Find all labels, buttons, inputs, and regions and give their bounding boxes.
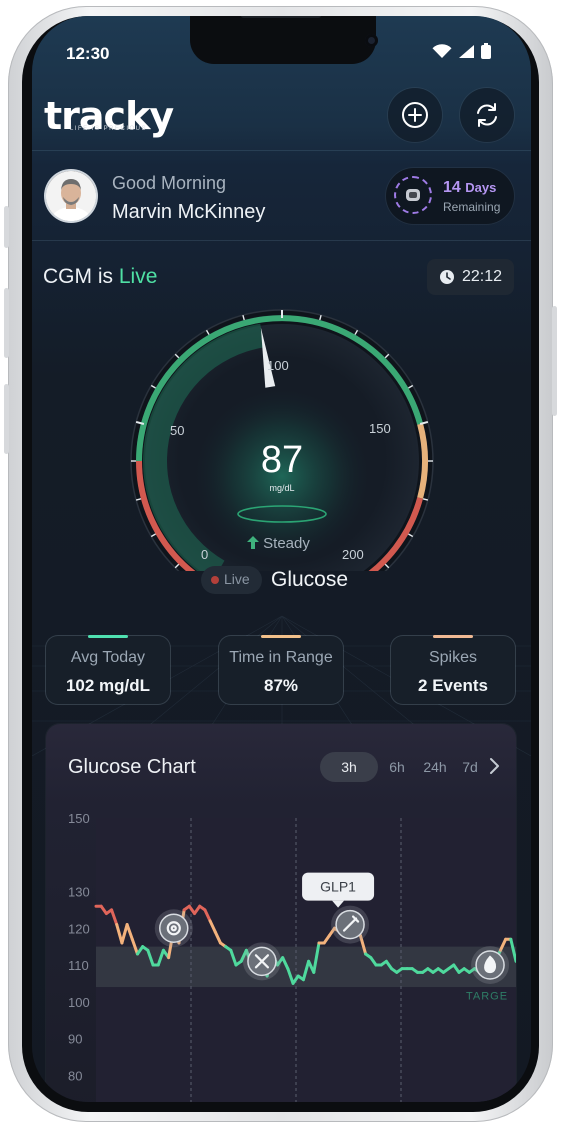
y-tick-label: 130 [68, 885, 90, 900]
sensor-days-pill[interactable]: 14 Days Remaining [386, 168, 514, 224]
cgm-title-prefix: CGM is [43, 265, 113, 288]
event-marker [159, 913, 189, 943]
front-camera [365, 34, 378, 47]
avatar-portrait [46, 171, 96, 221]
gauge-tick-150: 150 [369, 421, 391, 436]
stat-label: Spikes [428, 649, 478, 666]
speaker-grille [241, 16, 321, 18]
y-tick-label: 90 [68, 1032, 82, 1047]
wifi-icon [432, 43, 452, 58]
mute-switch [4, 206, 9, 248]
volume-up-button [4, 288, 9, 358]
y-tick-label: 100 [68, 995, 90, 1010]
stat-accent-bar [261, 635, 301, 638]
cgm-status-title: CGM is Live [43, 265, 157, 289]
stat-accent-bar [88, 635, 128, 638]
clock-icon [440, 270, 454, 284]
greeting-text: Good Morning [112, 173, 227, 193]
gauge-tick-50: 50 [170, 423, 185, 438]
days-value: 14 [443, 179, 461, 196]
status-icons [432, 43, 491, 59]
glucose-chart-card: Glucose Chart 3h 6h 24h 7d 150 130 120 110 1… [46, 724, 516, 1102]
cgm-live-status: Live [118, 265, 158, 288]
live-badge: Live [201, 566, 262, 594]
refresh-icon [477, 103, 497, 127]
clock-pill[interactable]: 22:12 [427, 259, 514, 295]
stat-accent-bar [433, 635, 473, 638]
trend-label: Steady [263, 535, 310, 552]
y-tick-label: 110 [68, 958, 89, 973]
header-divider [32, 150, 531, 151]
signal-icon [459, 44, 474, 58]
days-remaining-label: Remaining [443, 200, 501, 214]
arrow-up-icon [247, 536, 259, 549]
volume-down-button [4, 384, 9, 454]
add-button[interactable] [388, 88, 442, 142]
refresh-button[interactable] [460, 88, 514, 142]
stat-value: 87% [263, 676, 299, 695]
gauge-value: 87 [260, 439, 304, 481]
y-tick-label: 120 [68, 921, 90, 936]
y-tick-label: 80 [68, 1068, 82, 1083]
sensor-icon [406, 189, 420, 201]
trend-indicator: Steady [247, 535, 310, 552]
profile-divider [32, 240, 531, 241]
battery-icon [481, 43, 491, 59]
stat-value: 2 Events [418, 676, 488, 695]
stat-label: Time in Range [229, 649, 333, 666]
gauge-tick-0: 0 [201, 547, 209, 562]
live-badge-label: Live [224, 571, 250, 587]
gauge-tick-100: 100 [267, 358, 289, 373]
gauge-unit: mg/dL [269, 483, 295, 493]
stat-value: 102 mg/dL [65, 676, 151, 695]
power-button [552, 306, 557, 416]
status-time: 12:30 [66, 44, 110, 63]
stat-label: Avg Today [70, 649, 146, 666]
user-name: Marvin McKinney [112, 201, 266, 223]
glucose-label: Glucose [271, 568, 349, 591]
app-screen: 12:30 tracky LIFE IS PRECIOUS Good Morni… [32, 16, 531, 1102]
days-count: 14 Days [443, 179, 496, 197]
gauge-text: 87 mg/dL Steady 0 50 100 150 200 [127, 301, 437, 571]
days-unit: Days [465, 180, 497, 195]
event-tooltip-label: GLP1 [320, 879, 356, 895]
app-tagline: LIFE IS PRECIOUS [70, 126, 148, 132]
target-label: TARGE [466, 990, 508, 1002]
stat-card-avg-today[interactable]: Avg Today 102 mg/dL [46, 635, 170, 704]
stat-card-spikes[interactable]: Spikes 2 Events [391, 635, 515, 704]
avatar[interactable] [46, 171, 96, 221]
live-dot [211, 576, 219, 584]
plus-icon [402, 102, 428, 128]
y-tick-label: 150 [68, 811, 90, 826]
glucose-line-chart: 150130120110100908070TARGEGLP1 [68, 811, 516, 1102]
notch [190, 16, 378, 64]
gauge-tick-200: 200 [342, 547, 364, 562]
clock-time: 22:12 [462, 268, 503, 285]
stat-card-time-in-range[interactable]: Time in Range 87% [219, 635, 343, 704]
